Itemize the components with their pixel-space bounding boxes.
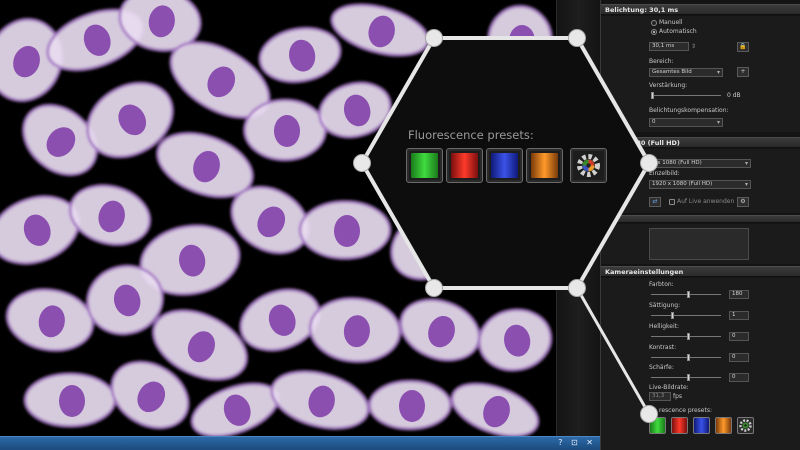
red-preset-button[interactable]	[446, 148, 483, 183]
apply-live-checkbox[interactable]	[669, 199, 675, 205]
custom-preset-mini-gear-button[interactable]	[737, 417, 754, 434]
area-label: Bereich:	[649, 58, 674, 65]
contrast-slider-thumb[interactable]	[687, 354, 690, 361]
saturation-label: Sättigung:	[649, 302, 681, 309]
blue-preset-button[interactable]	[486, 148, 523, 183]
apply-live-label: Auf Live anwenden	[677, 198, 735, 205]
hue-label: Farbton:	[649, 281, 674, 288]
cell-nucleus	[334, 215, 360, 247]
saturation-slider[interactable]	[651, 312, 721, 319]
manual-radio[interactable]	[651, 20, 657, 26]
orange-preset-button[interactable]	[526, 148, 563, 183]
status-bar: ? ⊡ ✕	[0, 436, 600, 450]
hue-slider[interactable]	[651, 291, 721, 298]
gain-slider-thumb[interactable]	[651, 92, 654, 99]
red-preset-mini-button[interactable]	[671, 417, 688, 434]
live-fps-value: 31,3	[649, 392, 671, 401]
area-dropdown[interactable]: Gesamtes Bild	[649, 68, 723, 77]
saturation-slider-thumb[interactable]	[671, 312, 674, 319]
zoomed-presets: Fluorescence presets:	[366, 38, 648, 288]
orange-preset-swatch	[531, 153, 558, 178]
preview-thumbnail	[649, 228, 749, 260]
window-controls[interactable]: ? ⊡ ✕	[558, 438, 596, 447]
contrast-value[interactable]: 0	[729, 353, 749, 362]
sharpness-slider-thumb[interactable]	[687, 374, 690, 381]
gain-label: Verstärkung:	[649, 82, 688, 89]
green-preset-swatch	[411, 153, 438, 178]
brightness-slider-thumb[interactable]	[687, 333, 690, 340]
blue-preset-mini-button[interactable]	[693, 417, 710, 434]
lock-icon[interactable]: 🔒	[737, 42, 749, 52]
presets-label: rescence presets:	[659, 407, 712, 414]
auto-label: Automatisch	[659, 28, 697, 35]
cell-nucleus	[399, 390, 425, 422]
compensation-dropdown[interactable]: 0	[649, 118, 723, 127]
fluorescence-presets-title: Fluorescence presets:	[408, 128, 534, 142]
exposure-time-field[interactable]: 30,1 ms	[649, 42, 689, 51]
sync-icon[interactable]: ⇄	[649, 197, 661, 207]
contrast-slider[interactable]	[651, 354, 721, 361]
manual-label: Manuell	[659, 19, 683, 26]
sharpness-slider[interactable]	[651, 374, 721, 381]
cell-nucleus	[274, 115, 300, 147]
green-preset-mini-button[interactable]	[649, 417, 666, 434]
contrast-label: Kontrast:	[649, 344, 677, 351]
red-preset-swatch	[451, 153, 478, 178]
auto-radio[interactable]	[651, 29, 657, 35]
custom-preset-gear-button[interactable]	[570, 148, 607, 183]
exposure-stepper[interactable]: ⇕	[691, 43, 696, 50]
gear-icon	[577, 154, 600, 177]
gain-value: 0 dB	[727, 92, 741, 99]
brightness-slider[interactable]	[651, 333, 721, 340]
live-resolution-dropdown[interactable]: 0 x 1080 (Full HD)	[649, 159, 751, 168]
sharpness-label: Schärfe:	[649, 364, 674, 371]
brightness-label: Helligkeit:	[649, 323, 680, 330]
live-fps-label: Live-Bildrate:	[649, 384, 689, 391]
brightness-value[interactable]: 0	[729, 332, 749, 341]
hue-slider-thumb[interactable]	[687, 291, 690, 298]
hue-value[interactable]: 180	[729, 290, 749, 299]
single-image-label: Einzelbild:	[649, 170, 680, 177]
orange-preset-mini-button[interactable]	[715, 417, 732, 434]
blue-preset-swatch	[491, 153, 518, 178]
gear-icon	[739, 419, 752, 432]
gain-slider[interactable]	[651, 92, 721, 99]
fps-unit: fps	[673, 393, 683, 400]
sharpness-value[interactable]: 0	[729, 373, 749, 382]
single-resolution-dropdown[interactable]: 1920 x 1080 (Full HD)	[649, 180, 751, 189]
settings-icon[interactable]: ⚙	[737, 197, 749, 207]
green-preset-button[interactable]	[406, 148, 443, 183]
exposure-section-header[interactable]: Belichtung: 30,1 ms	[601, 4, 800, 15]
saturation-value[interactable]: 1	[729, 311, 749, 320]
area-edit-icon[interactable]: +	[737, 67, 749, 77]
cell-nucleus	[59, 385, 85, 417]
camera-section: Farbton: 180 Sättigung: 1 Helligkeit: 0 …	[601, 278, 800, 450]
compensation-label: Belichtungskompensation:	[649, 107, 729, 114]
